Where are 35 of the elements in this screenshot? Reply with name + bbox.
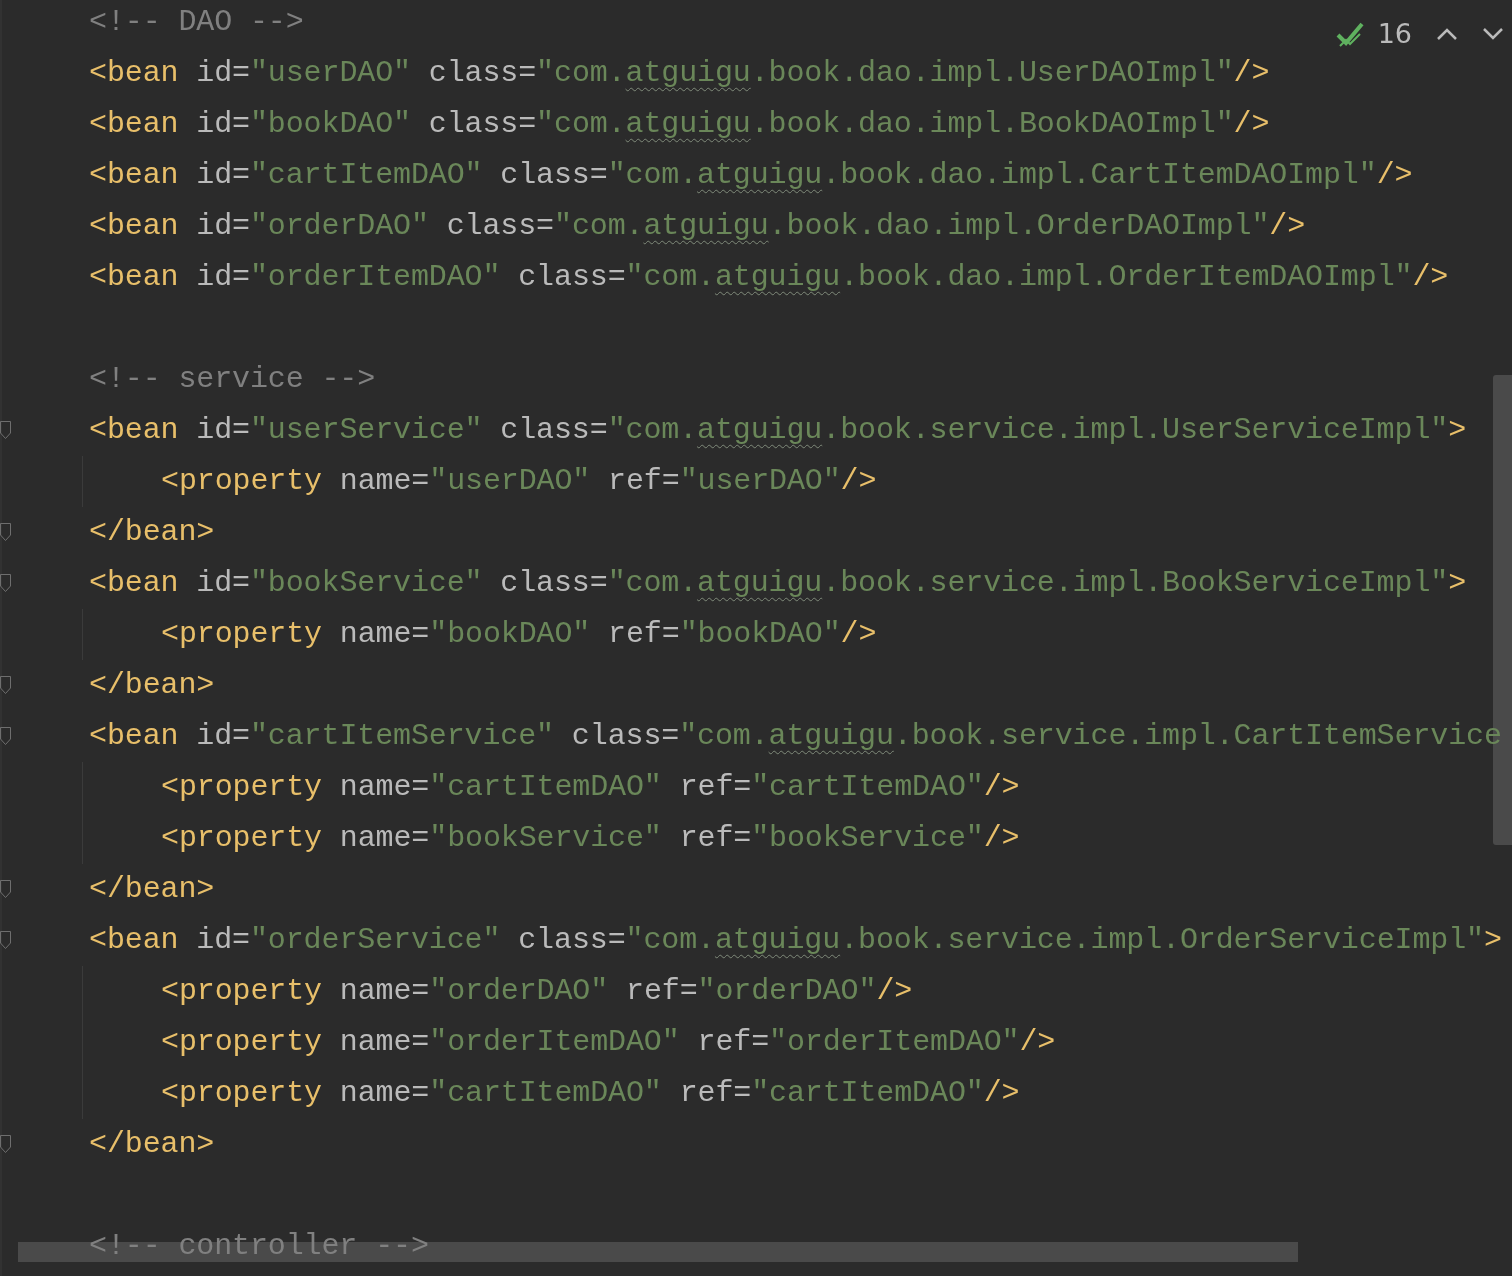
code-line: </bean> [89,1127,215,1161]
code-line: <property name="bookDAO" ref="bookDAO"/> [161,617,877,651]
code-line: <property name="bookService" ref="bookService"/> [161,821,1020,855]
fold-marker-icon[interactable] [0,931,11,949]
inspection-count[interactable]: 16 [1377,14,1412,55]
code-line: <bean id="orderService" class="com.atguigu.book.service.impl.OrderServiceImpl"> [89,923,1502,957]
code-line: </bean> [89,515,215,549]
fold-marker-icon[interactable] [0,421,11,439]
code-line: <bean id="cartItemService" class="com.atguigu.book.service.impl.CartItemService [89,719,1502,753]
code-line: <property name="userDAO" ref="userDAO"/> [161,464,877,498]
code-line: <property name="orderItemDAO" ref="orderItemDAO"/> [161,1025,1056,1059]
code-line: <bean id="bookDAO" class="com.atguigu.book.dao.impl.BookDAOImpl"/> [89,107,1270,141]
code-line: <bean id="userService" class="com.atguigu.book.service.impl.UserServiceImpl"> [89,413,1467,447]
caret-down-icon[interactable] [1482,27,1504,42]
fold-marker-icon[interactable] [0,574,11,592]
code-line: <bean id="bookService" class="com.atguigu.book.service.impl.BookServiceImpl"> [89,566,1467,600]
fold-marker-icon[interactable] [0,676,11,694]
code-line: <!-- DAO --> [89,5,304,39]
code-line: <property name="orderDAO" ref="orderDAO"/> [161,974,913,1008]
fold-marker-icon[interactable] [0,1135,11,1153]
fold-marker-icon[interactable] [0,523,11,541]
check-icon [1335,20,1364,49]
code-line: <property name="cartItemDAO" ref="cartItemDAO"/> [161,770,1020,804]
code-line: <bean id="userDAO" class="com.atguigu.book.dao.impl.UserDAOImpl"/> [89,56,1270,90]
code-line: <bean id="orderDAO" class="com.atguigu.book.dao.impl.OrderDAOImpl"/> [89,209,1306,243]
code-line: <!-- service --> [89,362,376,396]
code-line: <bean id="orderItemDAO" class="com.atguigu.book.dao.impl.OrderItemDAOImpl"/> [89,260,1449,294]
code-line: </bean> [89,668,215,702]
fold-marker-icon[interactable] [0,727,11,745]
caret-up-icon[interactable] [1436,27,1458,42]
code-line: </bean> [89,872,215,906]
fold-marker-icon[interactable] [0,880,11,898]
code-line: <!-- controller --> [89,1229,429,1263]
code-line: <property name="cartItemDAO" ref="cartItemDAO"/> [161,1076,1020,1110]
code-line: <bean id="cartItemDAO" class="com.atguigu.book.dao.impl.CartItemDAOImpl"/> [89,158,1413,192]
